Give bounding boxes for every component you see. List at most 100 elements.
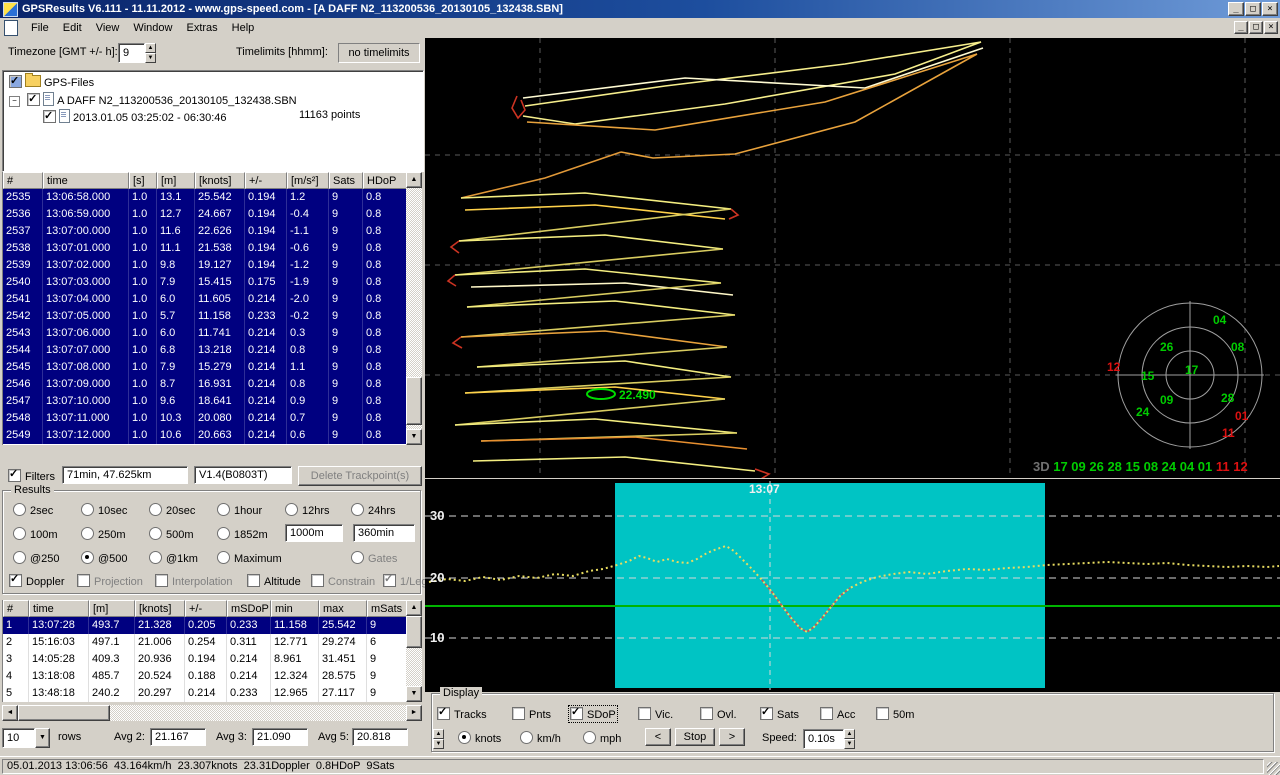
table-row[interactable]: 253513:06:58.0001.013.125.5420.1941.290.… (3, 189, 407, 206)
checkbox-projection[interactable]: Projection (77, 574, 143, 588)
checkbox-constrain[interactable]: Constrain (311, 574, 375, 588)
column-header-m[interactable]: [m] (89, 600, 135, 617)
column-header-m-s[interactable]: [m/s²] (287, 172, 329, 189)
table-row[interactable]: 113:07:28493.721.3280.2050.23311.15825.5… (3, 617, 407, 634)
prev-button[interactable]: < (645, 728, 671, 746)
radio-1852m[interactable]: 1852m (217, 527, 268, 541)
tree-item-file[interactable]: − A DAFF N2_113200536_20130105_132438.SB… (9, 92, 297, 108)
spin-down-icon[interactable]: ▼ (145, 53, 156, 63)
radio-12hrs[interactable]: 12hrs (285, 503, 330, 517)
radio-2sec[interactable]: 2sec (13, 503, 53, 517)
column-header-time[interactable]: time (29, 600, 89, 617)
results-table-scrollbar[interactable]: ▲▼ (406, 600, 422, 702)
checkbox-sdop[interactable]: SDoP (570, 707, 616, 721)
menu-extras[interactable]: Extras (179, 20, 224, 36)
timezone-stepper[interactable]: 9 ▲▼ (118, 43, 156, 63)
checkbox-acc[interactable]: Acc (820, 707, 855, 721)
close-button[interactable]: × (1264, 21, 1278, 34)
column-header-min[interactable]: min (271, 600, 319, 617)
filters-checkbox[interactable]: Filters (8, 469, 55, 483)
checkbox-tracks[interactable]: Tracks (437, 707, 487, 721)
menu-edit[interactable]: Edit (56, 20, 89, 36)
spin-up-icon[interactable]: ▲ (433, 729, 444, 739)
minimize-button[interactable]: _ (1234, 21, 1248, 34)
radio-gates[interactable]: Gates (351, 551, 397, 565)
delete-trackpoints-button[interactable]: Delete Trackpoint(s) (298, 466, 422, 486)
column-header-[interactable]: # (3, 600, 29, 617)
menu-help[interactable]: Help (225, 20, 262, 36)
results-table[interactable]: #time[m][knots]+/-mSDoPminmaxmSats113:07… (2, 600, 407, 702)
scroll-up-icon[interactable]: ▲ (406, 172, 422, 188)
speed-stepper[interactable]: 0.10s ▲▼ (803, 729, 855, 749)
document-icon[interactable] (4, 20, 18, 36)
selection-region[interactable] (615, 483, 1045, 688)
table-row[interactable]: 413:18:08485.720.5240.1880.21412.32428.5… (3, 668, 407, 685)
scroll-thumb[interactable] (406, 377, 422, 425)
speed-value[interactable]: 0.10s (803, 729, 844, 749)
column-header-[interactable]: +/- (185, 600, 227, 617)
menu-view[interactable]: View (89, 20, 127, 36)
column-header-knots[interactable]: [knots] (195, 172, 245, 189)
column-header-time[interactable]: time (43, 172, 129, 189)
scroll-right-icon[interactable]: ► (406, 705, 422, 721)
column-header-hdop[interactable]: HDoP (363, 172, 407, 189)
column-header-msats[interactable]: mSats (367, 600, 407, 617)
radio-km-h[interactable]: km/h (520, 731, 561, 745)
checkbox-ovl[interactable]: Ovl. (700, 707, 737, 721)
table-row[interactable]: 254113:07:04.0001.06.011.6050.214-2.090.… (3, 291, 407, 308)
radio-20sec[interactable]: 20sec (149, 503, 195, 517)
tree-checkbox[interactable] (27, 93, 40, 106)
table-row[interactable]: 254813:07:11.0001.010.320.0800.2140.790.… (3, 410, 407, 427)
menu-window[interactable]: Window (126, 20, 179, 36)
radio-maximum[interactable]: Maximum (217, 551, 282, 565)
scroll-up-icon[interactable]: ▲ (406, 600, 422, 616)
radio-250m[interactable]: 250m (81, 527, 126, 541)
column-header-m[interactable]: [m] (157, 172, 195, 189)
scroll-down-icon[interactable]: ▼ (406, 429, 422, 445)
radio-250[interactable]: @250 (13, 551, 60, 565)
column-header-msdop[interactable]: mSDoP (227, 600, 271, 617)
tree-checkbox[interactable] (9, 75, 22, 88)
column-header-s[interactable]: [s] (129, 172, 157, 189)
table-row[interactable]: 253913:07:02.0001.09.819.1270.194-1.290.… (3, 257, 407, 274)
scroll-thumb[interactable] (406, 616, 422, 648)
maximize-button[interactable]: □ (1249, 21, 1263, 34)
checkbox-pnts[interactable]: Pnts (512, 707, 551, 721)
radio-500[interactable]: @500 (81, 551, 128, 565)
table-row[interactable]: 254313:07:06.0001.06.011.7410.2140.390.8 (3, 325, 407, 342)
collapse-icon[interactable]: − (9, 96, 20, 107)
radio-100m[interactable]: 100m (13, 527, 58, 541)
table-row[interactable]: 254013:07:03.0001.07.915.4150.175-1.990.… (3, 274, 407, 291)
scroll-thumb[interactable] (18, 705, 110, 721)
timelimits-value[interactable]: no timelimits (338, 43, 420, 63)
trackpoint-table-scrollbar[interactable]: ▲▼ (406, 172, 422, 445)
checkbox-altitude[interactable]: Altitude (247, 574, 301, 588)
maximize-button[interactable]: □ (1245, 2, 1261, 16)
scroll-left-icon[interactable]: ◄ (2, 705, 18, 721)
table-row[interactable]: 253813:07:01.0001.011.121.5380.194-0.690… (3, 240, 407, 257)
radio-1km[interactable]: @1km (149, 551, 198, 565)
column-header-[interactable]: +/- (245, 172, 287, 189)
dropdown-icon[interactable]: ▼ (35, 728, 50, 748)
scroll-down-icon[interactable]: ▼ (406, 686, 422, 702)
spin-down-icon[interactable]: ▼ (433, 739, 444, 749)
rows-value[interactable]: 10 (2, 728, 35, 748)
column-header-[interactable]: # (3, 172, 43, 189)
track-map[interactable]: 22.49004260812151709242801113D 17 09 26 … (425, 38, 1280, 478)
speed-graph[interactable]: 30201013:07 (425, 479, 1280, 692)
column-header-max[interactable]: max (319, 600, 367, 617)
rows-combobox[interactable]: 10 ▼ (2, 728, 50, 748)
radio-500m[interactable]: 500m (149, 527, 194, 541)
menu-file[interactable]: File (24, 20, 56, 36)
1000m-input[interactable]: 1000m (285, 524, 343, 542)
table-row[interactable]: 254413:07:07.0001.06.813.2180.2140.890.8 (3, 342, 407, 359)
tree-item-gps-files[interactable]: GPS-Files (9, 75, 94, 91)
spin-up-icon[interactable]: ▲ (145, 43, 156, 53)
radio-10sec[interactable]: 10sec (81, 503, 127, 517)
minimize-button[interactable]: _ (1228, 2, 1244, 16)
next-button[interactable]: > (719, 728, 745, 746)
table-row[interactable]: 513:48:18240.220.2970.2140.23312.96527.1… (3, 685, 407, 702)
checkbox-interpolation[interactable]: Interpolation (155, 574, 233, 588)
table-row[interactable]: 254513:07:08.0001.07.915.2790.2141.190.8 (3, 359, 407, 376)
table-row[interactable]: 215:16:03497.121.0060.2540.31112.77129.2… (3, 634, 407, 651)
